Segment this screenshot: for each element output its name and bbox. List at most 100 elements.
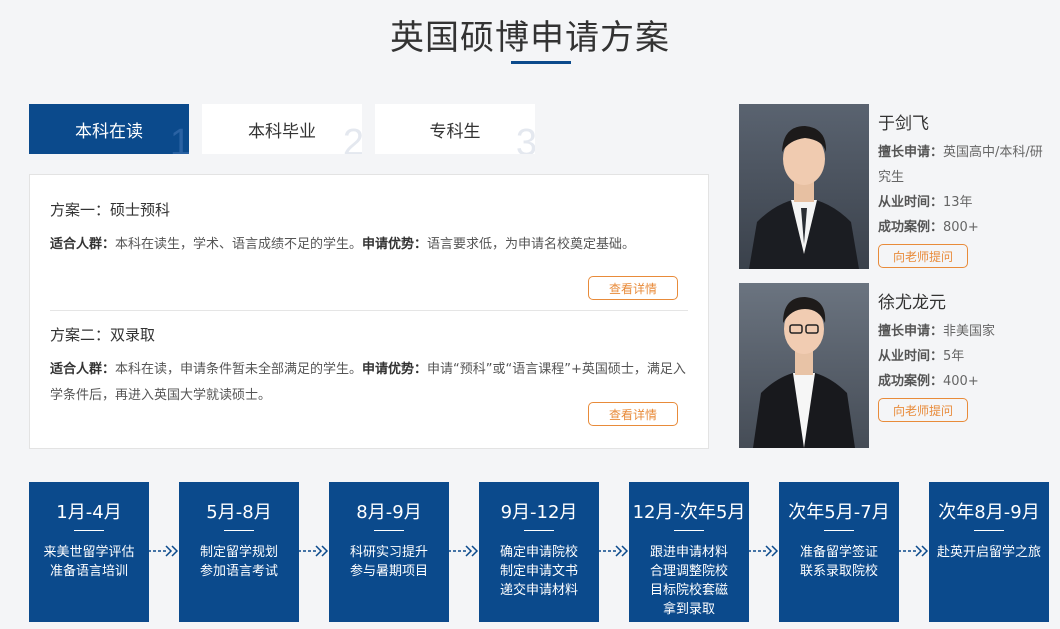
timeline-step: 次年5月-7月准备留学签证 联系录取院校 <box>779 482 899 622</box>
timeline-step: 8月-9月科研实习提升 参与暑期项目 <box>329 482 449 622</box>
timeline-step: 9月-12月 确定申请院校 制定申请文书 递交申请材料 <box>479 482 599 622</box>
view-details-button[interactable]: 查看详情 <box>588 402 678 426</box>
divider <box>50 310 688 311</box>
step-description-line: 确定申请院校 <box>499 545 578 560</box>
step-description-line: 准备语言培训 <box>49 564 128 579</box>
plan-item: 方案一：硕士预科 适合人群：本科在读生，学术、语言成绩不足的学生。申请优势：语言… <box>50 199 690 258</box>
step-description-line: 合理调整院校 <box>649 564 728 579</box>
teacher-info: 徐尤龙元 擅长申请：非美国家 从业时间：5年 成功案例：400+ 向老师提问 <box>878 288 1048 422</box>
tab-label: 本科在读 <box>75 121 143 142</box>
step-time: 次年5月-7月 <box>788 502 890 523</box>
step-divider <box>74 530 104 531</box>
step-description: 来美世留学评估 准备语言培训 <box>29 543 149 581</box>
advantage-text: 语言要求低，为申请名校奠定基础。 <box>427 237 636 252</box>
step-description-line: 参加语言考试 <box>199 564 278 579</box>
cases-label: 成功案例： <box>878 374 944 389</box>
crowd-text: 本科在读，申请条件暂未全部满足的学生。 <box>115 362 363 377</box>
plans-panel: 方案一：硕士预科 适合人群：本科在读生，学术、语言成绩不足的学生。申请优势：语言… <box>29 174 709 449</box>
step-description-line: 制定申请文书 <box>499 564 578 579</box>
timeline-arrow-icon <box>898 545 929 557</box>
years-value: 13年 <box>943 195 973 210</box>
step-description: 准备留学签证 联系录取院校 <box>779 543 899 581</box>
step-description-line: 跟进申请材料 <box>649 545 728 560</box>
advantage-label: 申请优势： <box>362 237 428 252</box>
years-label: 从业时间： <box>878 349 944 364</box>
plan-title: 方案二：双录取 <box>50 326 156 344</box>
crowd-text: 本科在读生，学术、语言成绩不足的学生。 <box>115 237 363 252</box>
view-details-button[interactable]: 查看详情 <box>588 276 678 300</box>
teacher-name: 于剑飞 <box>878 114 929 134</box>
advantage-label: 申请优势： <box>362 362 428 377</box>
step-description-line: 拿到录取 <box>662 602 715 617</box>
timeline-step: 5月-8月制定留学规划 参加语言考试 <box>179 482 299 622</box>
step-description: 赴英开启留学之旅 <box>929 543 1049 562</box>
step-divider <box>224 530 254 531</box>
title-underline <box>511 61 571 64</box>
teacher-photo <box>739 104 869 269</box>
step-time: 次年8月-9月 <box>938 502 1040 523</box>
teacher-card: 徐尤龙元 擅长申请：非美国家 从业时间：5年 成功案例：400+ 向老师提问 <box>739 283 1049 448</box>
teacher-photo <box>739 283 869 448</box>
timeline-arrow-icon <box>748 545 779 557</box>
timeline-step: 1月-4月来美世留学评估 准备语言培训 <box>29 482 149 622</box>
ask-teacher-button[interactable]: 向老师提问 <box>878 398 968 422</box>
crowd-label: 适合人群： <box>50 237 116 252</box>
timeline-step: 12月-次年5月跟进申请材料 合理调整院校 目标院校套磁 拿到录取 <box>629 482 749 622</box>
cases-value: 800+ <box>943 220 979 235</box>
crowd-label: 适合人群： <box>50 362 116 377</box>
step-description-line: 制定留学规划 <box>199 545 278 560</box>
step-divider <box>374 530 404 531</box>
step-description-line: 目标院校套磁 <box>649 583 728 598</box>
timeline-arrow-icon <box>298 545 329 557</box>
step-time: 8月-9月 <box>356 502 422 523</box>
step-divider <box>974 530 1004 531</box>
teacher-cases: 成功案例：400+ <box>878 369 1048 394</box>
teacher-card: 于剑飞 擅长申请：英国高中/本科/研究生 从业时间：13年 成功案例：800+ … <box>739 104 1049 269</box>
step-description-line: 准备留学签证 <box>799 545 878 560</box>
specialty-label: 擅长申请： <box>878 324 944 339</box>
timeline-arrow-icon <box>598 545 629 557</box>
teacher-info: 于剑飞 擅长申请：英国高中/本科/研究生 从业时间：13年 成功案例：800+ … <box>878 109 1048 268</box>
step-description-line: 参与暑期项目 <box>349 564 428 579</box>
tab-number: 1 <box>169 122 189 154</box>
tab-number: 2 <box>342 122 362 154</box>
step-time: 12月-次年5月 <box>632 502 746 523</box>
teacher-years: 从业时间：13年 <box>878 190 1048 215</box>
teacher-cases: 成功案例：800+ <box>878 215 1048 240</box>
teacher-name: 徐尤龙元 <box>878 293 946 313</box>
step-time: 5月-8月 <box>206 502 272 523</box>
tab-label: 专科生 <box>429 121 481 142</box>
step-divider <box>824 530 854 531</box>
specialty-label: 擅长申请： <box>878 145 944 160</box>
teacher-specialty: 擅长申请：非美国家 <box>878 319 1048 344</box>
step-time: 1月-4月 <box>56 502 122 523</box>
cases-label: 成功案例： <box>878 220 944 235</box>
step-description-line: 来美世留学评估 <box>43 545 135 560</box>
step-divider <box>524 530 554 531</box>
timeline-step: 次年8月-9月赴英开启留学之旅 <box>929 482 1049 622</box>
page-title: 英国硕博申请方案 <box>390 18 670 58</box>
years-value: 5年 <box>943 349 965 364</box>
tab-number: 3 <box>515 122 535 154</box>
timeline-arrow-icon <box>148 545 179 557</box>
timeline-arrow-icon <box>448 545 479 557</box>
step-time: 9月-12月 <box>500 502 578 523</box>
step-description-line: 联系录取院校 <box>799 564 878 579</box>
ask-teacher-button[interactable]: 向老师提问 <box>878 244 968 268</box>
tab-undergrad-current[interactable]: 1 本科在读 <box>29 104 189 154</box>
tab-undergrad-graduated[interactable]: 2 本科毕业 <box>202 104 362 154</box>
step-description-line: 赴英开启留学之旅 <box>936 545 1041 560</box>
tab-label: 本科毕业 <box>248 121 316 142</box>
cases-value: 400+ <box>943 374 979 389</box>
plan-item: 方案二：双录取 适合人群：本科在读，申请条件暂未全部满足的学生。申请优势：申请“… <box>50 324 690 409</box>
step-description: 制定留学规划 参加语言考试 <box>179 543 299 581</box>
specialty-value: 非美国家 <box>943 324 996 339</box>
step-description: 跟进申请材料 合理调整院校 目标院校套磁 拿到录取 <box>629 543 749 619</box>
years-label: 从业时间： <box>878 195 944 210</box>
teacher-specialty: 擅长申请：英国高中/本科/研究生 <box>878 140 1048 190</box>
plan-title: 方案一：硕士预科 <box>50 201 171 219</box>
plan-description: 适合人群：本科在读生，学术、语言成绩不足的学生。申请优势：语言要求低，为申请名校… <box>50 232 690 258</box>
tab-junior-college[interactable]: 3 专科生 <box>375 104 535 154</box>
step-divider <box>674 530 704 531</box>
step-description: 科研实习提升 参与暑期项目 <box>329 543 449 581</box>
